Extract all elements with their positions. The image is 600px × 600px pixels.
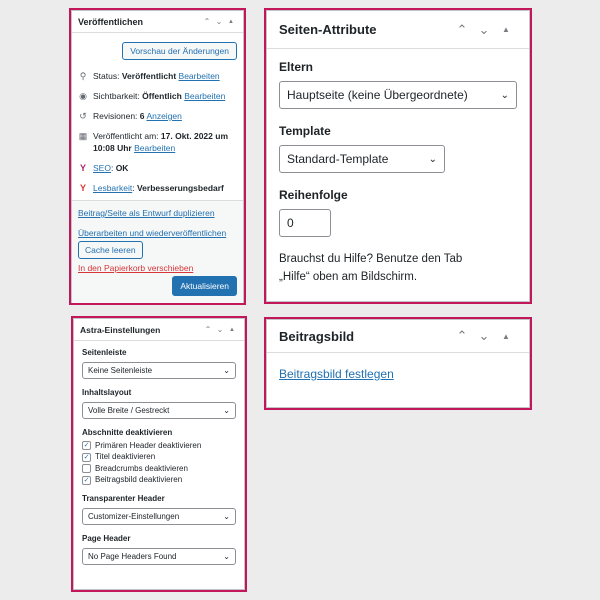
seo-link[interactable]: SEO bbox=[93, 163, 111, 173]
page-attributes-box: Seiten-Attribute ⌃ ⌄ ▲ Eltern Hauptseite… bbox=[264, 8, 532, 304]
set-featured-image-link[interactable]: Beitragsbild festlegen bbox=[279, 367, 394, 381]
page-attributes-title: Seiten-Attribute bbox=[279, 22, 377, 37]
help-text: Brauchst du Hilfe? Benutze den Tab „Hilf… bbox=[279, 253, 463, 283]
preview-changes-button[interactable]: Vorschau der Änderungen bbox=[122, 42, 237, 60]
sidebar-label: Seitenleiste bbox=[82, 348, 127, 357]
transparent-header-label: Transparenter Header bbox=[82, 493, 165, 503]
page-header-select[interactable]: No Page Headers Found ⌄ bbox=[82, 547, 236, 565]
checkbox-row[interactable]: ✓ Primären Header deaktivieren bbox=[82, 441, 236, 451]
parent-select[interactable]: Hauptseite (keine Übergeordnete) ⌄ bbox=[279, 81, 517, 109]
move-down-icon[interactable]: ⌄ bbox=[473, 328, 495, 344]
revisions-row: ↺ Revisionen: 6 Anzeigen bbox=[79, 111, 182, 121]
move-down-icon[interactable]: ⌄ bbox=[213, 17, 225, 26]
published-on-row: ▦ Veröffentlicht am: 17. Okt. 2022 um 10… bbox=[78, 131, 228, 153]
duplicate-link[interactable]: Beitrag/Seite als Entwurf duplizieren bbox=[78, 207, 237, 219]
update-button[interactable]: Aktualisieren bbox=[172, 276, 237, 296]
calendar-icon: ▦ bbox=[78, 131, 88, 141]
astra-settings-title: Astra-Einstellungen bbox=[80, 324, 161, 335]
move-up-icon[interactable]: ⌃ bbox=[451, 328, 473, 344]
yoast-readability-icon: Y bbox=[79, 183, 86, 193]
chevron-down-icon: ⌄ bbox=[223, 366, 230, 375]
chevron-down-icon: ⌄ bbox=[223, 551, 230, 561]
transparent-header-select[interactable]: Customizer-Einstellungen ⌄ bbox=[82, 507, 236, 525]
checkbox-checked-icon[interactable]: ✓ bbox=[82, 441, 91, 451]
move-down-icon[interactable]: ⌄ bbox=[214, 325, 226, 334]
chevron-down-icon: ⌄ bbox=[223, 406, 230, 415]
collapse-toggle-icon[interactable]: ▲ bbox=[495, 332, 517, 341]
move-down-icon[interactable]: ⌄ bbox=[473, 22, 495, 38]
yoast-seo-icon: Y bbox=[79, 163, 86, 173]
order-input[interactable]: 0 bbox=[279, 209, 331, 237]
readability-link[interactable]: Lesbarkeit bbox=[93, 183, 132, 193]
page-header-label: Page Header bbox=[82, 533, 131, 543]
checkbox-checked-icon[interactable]: ✓ bbox=[82, 475, 91, 485]
parent-label: Eltern bbox=[279, 60, 314, 74]
template-select[interactable]: Standard-Template ⌄ bbox=[279, 145, 445, 173]
pin-icon: ⚲ bbox=[79, 71, 87, 81]
chevron-down-icon: ⌄ bbox=[428, 153, 437, 165]
publish-box-title: Veröffentlichen bbox=[78, 16, 144, 27]
content-layout-select[interactable]: Volle Breite / Gestreckt ⌄ bbox=[82, 402, 236, 419]
eye-icon: ◉ bbox=[79, 91, 87, 101]
visibility-row: ◉ Sichtbarkeit: Öffentlich Bearbeiten bbox=[79, 91, 226, 101]
status-edit-link[interactable]: Bearbeiten bbox=[179, 71, 220, 81]
astra-settings-box: Astra-Einstellungen ⌃ ⌄ ▲ Seitenleiste K… bbox=[71, 316, 247, 592]
content-layout-label: Inhaltslayout bbox=[82, 388, 132, 397]
chevron-down-icon: ⌄ bbox=[223, 511, 230, 521]
astra-settings-header: Astra-Einstellungen ⌃ ⌄ ▲ bbox=[74, 319, 244, 341]
checkbox-row[interactable]: Breadcrumbs deaktivieren bbox=[82, 464, 236, 474]
checkbox-checked-icon[interactable]: ✓ bbox=[82, 452, 91, 462]
template-label: Template bbox=[279, 124, 331, 138]
history-icon: ↺ bbox=[79, 111, 87, 121]
publish-box-header: Veröffentlichen ⌃ ⌄ ▲ bbox=[72, 11, 243, 33]
chevron-down-icon: ⌄ bbox=[500, 89, 509, 101]
checkbox-row[interactable]: ✓ Beitragsbild deaktivieren bbox=[82, 475, 236, 485]
page-attributes-header: Seiten-Attribute ⌃ ⌄ ▲ bbox=[267, 11, 529, 49]
visibility-edit-link[interactable]: Bearbeiten bbox=[184, 91, 225, 101]
collapse-toggle-icon[interactable]: ▲ bbox=[226, 327, 238, 333]
move-up-icon[interactable]: ⌃ bbox=[202, 325, 214, 334]
status-row: ⚲ Status: Veröffentlicht Bearbeiten bbox=[79, 71, 220, 81]
move-up-icon[interactable]: ⌃ bbox=[451, 22, 473, 38]
move-up-icon[interactable]: ⌃ bbox=[201, 17, 213, 26]
published-on-edit-link[interactable]: Bearbeiten bbox=[134, 143, 175, 153]
featured-image-title: Beitragsbild bbox=[279, 328, 355, 344]
featured-image-box: Beitragsbild ⌃ ⌄ ▲ Beitragsbild festlege… bbox=[264, 317, 532, 410]
sidebar-select[interactable]: Keine Seitenleiste ⌄ bbox=[82, 362, 236, 379]
republish-link[interactable]: Überarbeiten und wiederveröffentlichen bbox=[78, 227, 237, 239]
collapse-toggle-icon[interactable]: ▲ bbox=[495, 25, 517, 34]
seo-row: Y SEO: OK bbox=[79, 163, 129, 173]
checkbox-unchecked-icon[interactable] bbox=[82, 464, 91, 474]
order-label: Reihenfolge bbox=[279, 188, 348, 202]
clear-cache-button[interactable]: Cache leeren bbox=[78, 241, 143, 259]
collapse-toggle-icon[interactable]: ▲ bbox=[225, 19, 237, 25]
disable-sections-label: Abschnitte deaktivieren bbox=[82, 428, 173, 437]
trash-link[interactable]: In den Papierkorb verschieben bbox=[78, 262, 237, 274]
readability-row: Y Lesbarkeit: Verbesserungsbedarf bbox=[79, 183, 224, 193]
checkbox-row[interactable]: ✓ Titel deaktivieren bbox=[82, 452, 236, 462]
featured-image-header: Beitragsbild ⌃ ⌄ ▲ bbox=[267, 320, 529, 353]
publish-box: Veröffentlichen ⌃ ⌄ ▲ Vorschau der Änder… bbox=[69, 8, 246, 305]
revisions-show-link[interactable]: Anzeigen bbox=[146, 111, 181, 121]
